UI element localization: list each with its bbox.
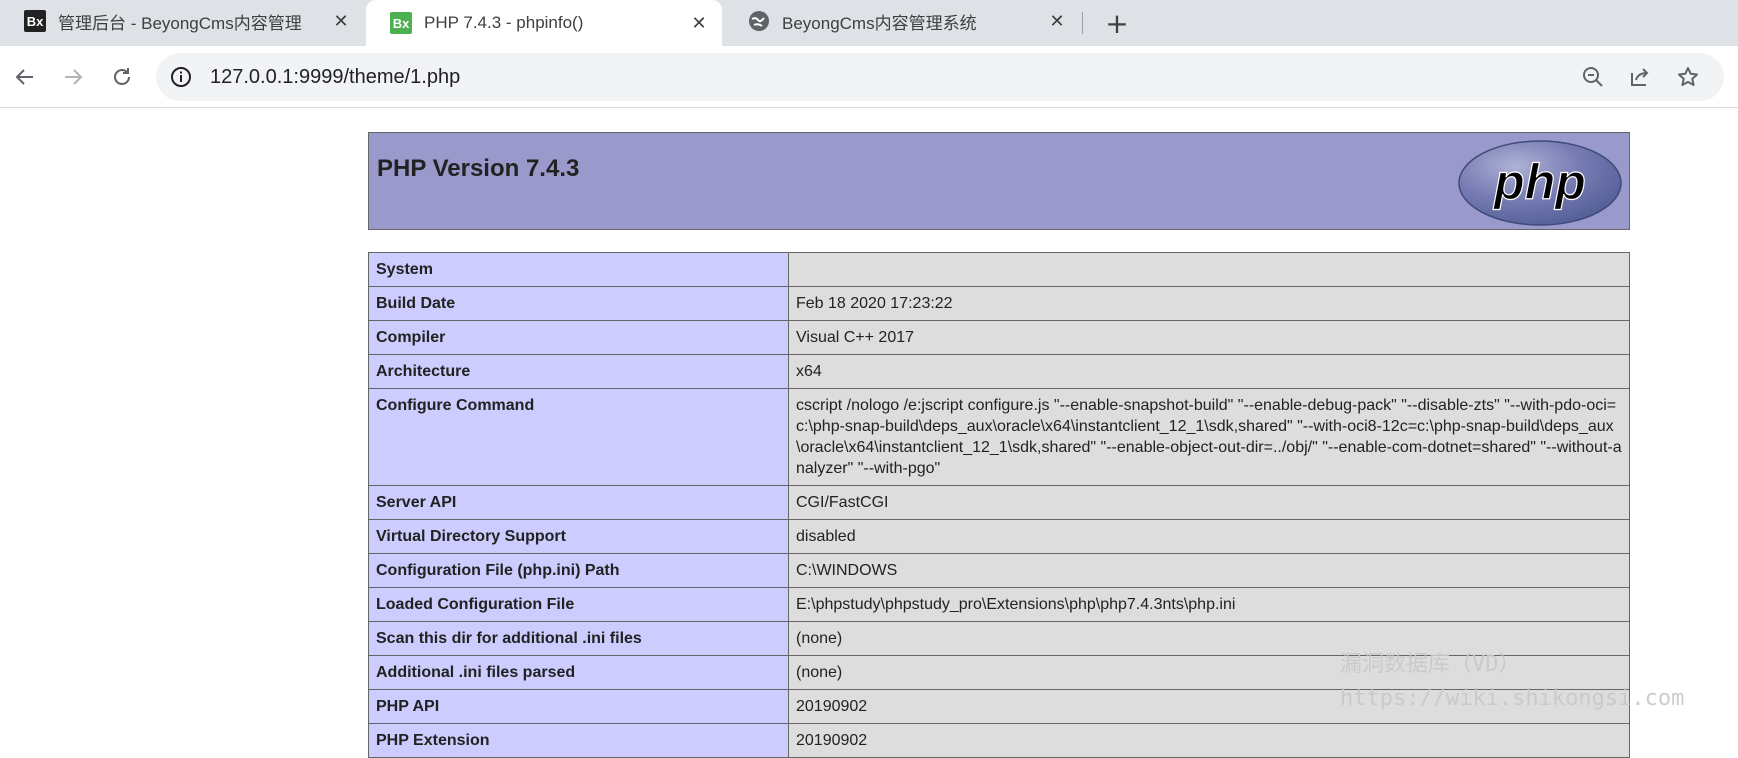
watermark-line-2: https://wiki.shikongsi.com: [1340, 686, 1685, 711]
table-row: PHP Extension 20190902: [368, 723, 1630, 758]
bookmark-star-icon[interactable]: [1674, 63, 1702, 91]
row-key: Compiler: [368, 320, 789, 355]
tab-title: BeyongCms内容管理系统: [782, 13, 977, 33]
reload-icon: [114, 68, 130, 85]
table-row: Architecture x64: [368, 354, 1630, 389]
tab-title: 管理后台 - BeyongCms内容管理: [58, 13, 302, 33]
tab-beyongcms[interactable]: BeyongCms内容管理系统 ✕: [724, 0, 1080, 42]
new-tab-button[interactable]: +: [1100, 6, 1134, 40]
arrow-left-icon: [15, 69, 33, 85]
row-key: System: [368, 252, 789, 287]
tab-admin[interactable]: Bx 管理后台 - BeyongCms内容管理 ✕: [0, 0, 364, 42]
url-text[interactable]: 127.0.0.1:9999/theme/1.php: [210, 66, 460, 89]
row-key: Loaded Configuration File: [368, 587, 789, 622]
row-key: Architecture: [368, 354, 789, 389]
forward-button[interactable]: [57, 61, 89, 93]
php-logo-icon[interactable]: php: [1457, 139, 1623, 231]
tab-strip: Bx 管理后台 - BeyongCms内容管理 ✕ Bx PHP 7.4.3 -…: [0, 0, 1738, 46]
tab-separator: [1082, 12, 1083, 34]
row-key: Configure Command: [368, 388, 789, 486]
watermark: 漏洞数据库（VD） https://wiki.shikongsi.com: [1340, 648, 1684, 716]
table-row: Server API CGI/FastCGI: [368, 485, 1630, 520]
row-value: Feb 18 2020 17:23:22: [788, 286, 1630, 321]
row-key: Build Date: [368, 286, 789, 321]
table-row: Build Date Feb 18 2020 17:23:22: [368, 286, 1630, 321]
close-icon[interactable]: ✕: [330, 10, 352, 32]
close-icon[interactable]: ✕: [688, 12, 710, 34]
row-value: CGI/FastCGI: [788, 485, 1630, 520]
row-key: Scan this dir for additional .ini files: [368, 621, 789, 656]
tab-phpinfo[interactable]: Bx PHP 7.4.3 - phpinfo() ✕: [366, 0, 722, 46]
share-icon[interactable]: [1626, 63, 1654, 91]
table-row: Configure Command cscript /nologo /e:jscr…: [368, 388, 1630, 486]
row-value: C:\WINDOWS: [788, 553, 1630, 588]
row-key: Configuration File (php.ini) Path: [368, 553, 789, 588]
row-value: E:\phpstudy\phpstudy_pro\Extensions\php\…: [788, 587, 1630, 622]
row-key: Virtual Directory Support: [368, 519, 789, 554]
row-key: PHP Extension: [368, 723, 789, 758]
row-value: cscript /nologo /e:jscript configure.js …: [788, 388, 1630, 486]
php-version-header: PHP Version 7.4.3 php: [368, 132, 1630, 230]
globe-icon: [748, 10, 770, 32]
php-logo-text: php: [1492, 154, 1586, 210]
arrow-right-icon: [65, 69, 83, 85]
row-key: Additional .ini files parsed: [368, 655, 789, 690]
bx-favicon-icon: Bx: [390, 12, 412, 34]
table-row: System: [368, 252, 1630, 287]
row-key: Server API: [368, 485, 789, 520]
table-row: Virtual Directory Support disabled: [368, 519, 1630, 554]
back-button[interactable]: [9, 61, 41, 93]
table-row: Loaded Configuration File E:\phpstudy\php…: [368, 587, 1630, 622]
row-value: disabled: [788, 519, 1630, 554]
page-content: PHP Version 7.4.3 php System Build Date F…: [0, 108, 1738, 758]
table-row: Compiler Visual C++ 2017: [368, 320, 1630, 355]
close-icon[interactable]: ✕: [1046, 10, 1068, 32]
tab-title: PHP 7.4.3 - phpinfo(): [424, 13, 584, 32]
page-title: PHP Version 7.4.3: [377, 155, 580, 182]
table-row: Configuration File (php.ini) Path C:\WIND…: [368, 553, 1630, 588]
browser-toolbar: 127.0.0.1:9999/theme/1.php: [0, 46, 1738, 108]
row-value: 20190902: [788, 723, 1630, 758]
address-bar[interactable]: 127.0.0.1:9999/theme/1.php: [156, 53, 1724, 101]
row-value: Visual C++ 2017: [788, 320, 1630, 355]
reload-button[interactable]: [106, 61, 138, 93]
zoom-out-icon[interactable]: [1579, 63, 1607, 91]
row-value: [788, 252, 1630, 287]
row-value: x64: [788, 354, 1630, 389]
site-info-icon[interactable]: [168, 64, 194, 90]
watermark-line-1: 漏洞数据库（VD）: [1340, 652, 1521, 677]
bx-favicon-icon: Bx: [24, 10, 46, 32]
row-key: PHP API: [368, 689, 789, 724]
